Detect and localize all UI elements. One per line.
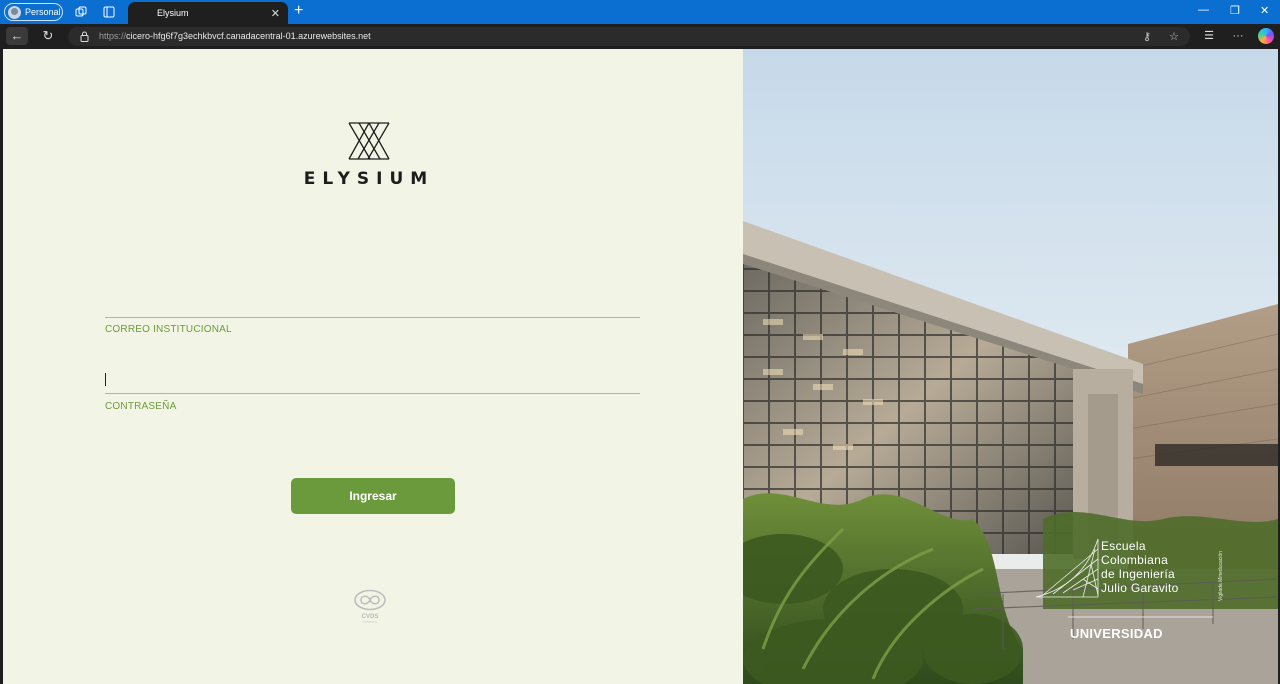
vertical-tabs-icon[interactable]: [102, 5, 116, 19]
workspaces-icon[interactable]: [74, 5, 88, 19]
email-underline: [105, 317, 640, 318]
university-name-line: Julio Garavito: [1101, 581, 1179, 595]
url-text: https://cicero-hfg6f7g3echkbvcf.canadace…: [99, 31, 371, 41]
password-label: CONTRASEÑA: [105, 401, 177, 412]
favorites-icon[interactable]: ☰: [1202, 30, 1216, 44]
minimize-icon[interactable]: —: [1198, 4, 1209, 16]
cvds-sub: COMPANY: [362, 620, 378, 624]
tab-elysium[interactable]: Elysium ✕: [128, 2, 288, 24]
profile-button[interactable]: Personal: [4, 3, 63, 21]
password-underline: [105, 393, 640, 394]
university-name-line: Escuela: [1101, 539, 1146, 553]
back-button[interactable]: ←: [6, 27, 28, 45]
address-bar[interactable]: https://cicero-hfg6f7g3echkbvcf.canadace…: [68, 27, 1190, 46]
more-menu-icon[interactable]: ···: [1231, 30, 1245, 44]
cvds-logo: CVDS COMPANY: [352, 589, 388, 629]
cvds-logo-icon: [354, 589, 386, 611]
text-caret: [105, 373, 106, 386]
new-tab-button[interactable]: +: [294, 2, 303, 20]
campus-photo-image: [743, 49, 1278, 684]
password-field[interactable]: [105, 368, 640, 392]
copilot-icon[interactable]: [1258, 28, 1274, 44]
key-icon[interactable]: ⚷: [1140, 30, 1154, 44]
tab-close-icon[interactable]: ✕: [271, 7, 280, 20]
browser-tab-bar: Personal Elysium ✕ + — ❐ ✕: [0, 0, 1280, 24]
restore-icon[interactable]: ❐: [1230, 4, 1240, 17]
avatar: [8, 5, 21, 19]
university-name-line: de Ingeniería: [1101, 567, 1175, 581]
email-label: CORREO INSTITUCIONAL: [105, 324, 232, 335]
profile-label: Personal: [25, 7, 61, 17]
campus-photo: Escuela Colombiana de Ingeniería Julio G…: [743, 49, 1278, 684]
page: ELYSIUM CORREO INSTITUCIONAL CONTRASEÑA …: [3, 49, 1278, 684]
elysium-logo-icon: [348, 122, 390, 160]
logo-wordmark: ELYSIUM: [303, 169, 435, 189]
vigilada-note: Vigilada Mineducación: [1218, 551, 1224, 601]
lock-icon[interactable]: [80, 31, 89, 42]
university-tag: UNIVERSIDAD: [1070, 626, 1163, 641]
login-button[interactable]: Ingresar: [291, 478, 455, 514]
university-name-line: Colombiana: [1101, 553, 1169, 567]
tab-favicon-icon: [136, 7, 148, 19]
email-field[interactable]: [105, 292, 640, 316]
reload-button[interactable]: ↻: [37, 27, 59, 45]
login-panel: ELYSIUM CORREO INSTITUCIONAL CONTRASEÑA …: [3, 49, 743, 684]
tab-title: Elysium: [157, 8, 189, 18]
favorite-star-icon[interactable]: ☆: [1167, 30, 1181, 44]
close-window-icon[interactable]: ✕: [1260, 4, 1269, 17]
browser-toolbar: ← ↻ https://cicero-hfg6f7g3echkbvcf.cana…: [0, 24, 1280, 48]
university-name: Escuela Colombiana de Ingeniería Julio G…: [1101, 539, 1179, 595]
